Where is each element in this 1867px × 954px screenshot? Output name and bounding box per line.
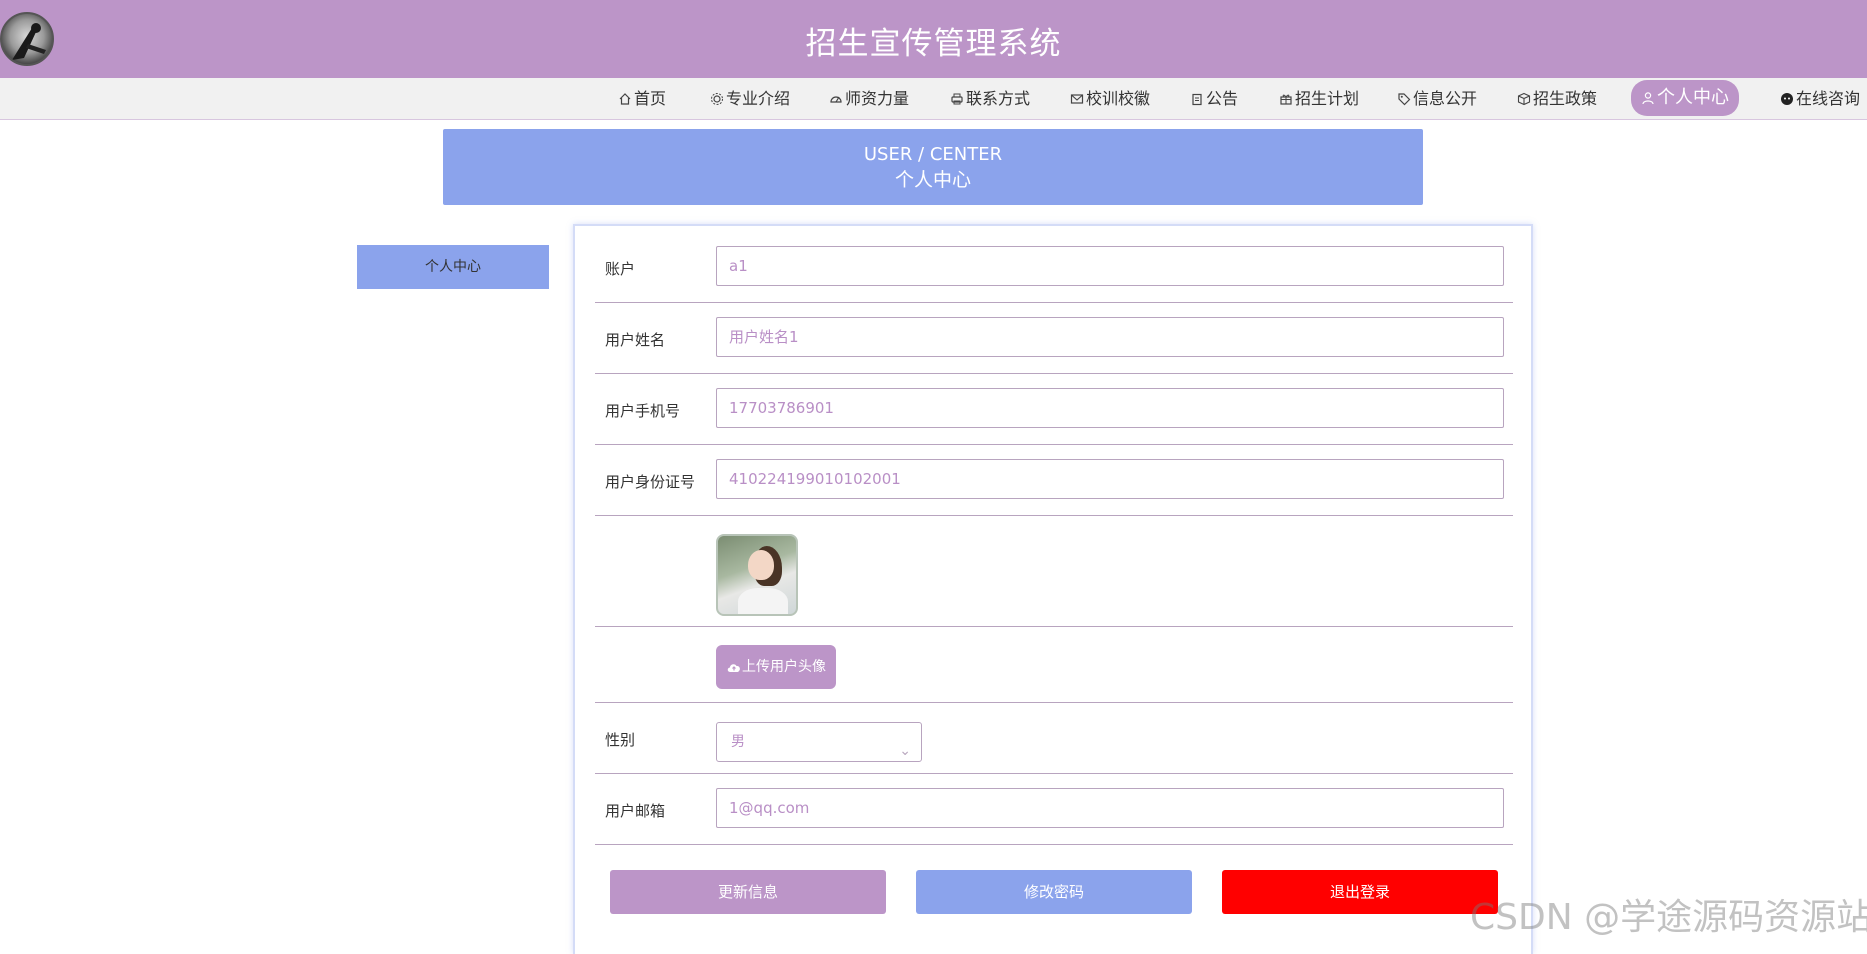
form-row-avatar xyxy=(595,516,1513,627)
avatar-face xyxy=(748,550,774,580)
chat-icon xyxy=(1781,93,1793,105)
page-banner: USER / CENTER 个人中心 xyxy=(443,129,1423,205)
printer-icon xyxy=(951,93,963,105)
cloud-upload-icon xyxy=(727,664,740,672)
banner-title-en: USER / CENTER xyxy=(863,144,1003,165)
avatar xyxy=(716,534,798,616)
nav-item-faculty[interactable]: 师资力量 xyxy=(829,84,909,114)
form-row-email: 用户邮箱 1@qq.com xyxy=(595,774,1513,845)
profile-form: 账户 a1 用户姓名 用户姓名1 用户手机号 17703786901 用户身份证… xyxy=(573,224,1533,954)
nav-item-notice[interactable]: 公告 xyxy=(1190,84,1238,114)
nav-label: 公告 xyxy=(1206,89,1239,108)
mail-icon xyxy=(1070,94,1084,104)
name-label: 用户姓名 xyxy=(605,331,666,349)
nav-label: 专业介绍 xyxy=(726,89,791,108)
nav-item-home[interactable]: 首页 xyxy=(618,84,666,114)
nav-item-policy[interactable]: 招生政策 xyxy=(1517,84,1597,114)
email-input[interactable]: 1@qq.com xyxy=(716,788,1504,828)
upload-avatar-button[interactable]: 上传用户头像 xyxy=(716,645,836,689)
main-nav: 首页 专业介绍 师资力量 联系方式 校训校徽 公告 招生计划 信息公开 招生政策… xyxy=(0,78,1867,120)
update-info-button[interactable]: 更新信息 xyxy=(610,870,886,914)
logout-button[interactable]: 退出登录 xyxy=(1222,870,1498,914)
nav-item-user-center[interactable]: 个人中心 xyxy=(1631,80,1739,116)
gender-select[interactable]: 男 ⌄ xyxy=(716,722,922,762)
phone-label: 用户手机号 xyxy=(605,402,681,420)
email-label: 用户邮箱 xyxy=(605,802,666,820)
watermark: CSDN @学途源码资源站 xyxy=(1470,897,1867,938)
home-icon xyxy=(619,93,631,105)
nav-item-disclosure[interactable]: 信息公开 xyxy=(1397,84,1477,114)
nav-label: 招生计划 xyxy=(1295,89,1360,108)
nav-item-contact[interactable]: 联系方式 xyxy=(950,84,1030,114)
phone-input[interactable]: 17703786901 xyxy=(716,388,1504,428)
form-row-name: 用户姓名 用户姓名1 xyxy=(595,303,1513,374)
nav-label: 首页 xyxy=(634,89,667,108)
form-row-upload: 上传用户头像 xyxy=(595,627,1513,703)
form-row-phone: 用户手机号 17703786901 xyxy=(595,374,1513,445)
box-icon xyxy=(1517,92,1531,106)
app-title: 招生宣传管理系统 xyxy=(805,26,1062,62)
top-header: 招生宣传管理系统 xyxy=(0,0,1867,78)
chevron-down-icon: ⌄ xyxy=(899,743,911,759)
id-card-label: 用户身份证号 xyxy=(605,473,696,491)
upload-avatar-label: 上传用户头像 xyxy=(742,659,826,675)
change-password-button[interactable]: 修改密码 xyxy=(916,870,1192,914)
account-input[interactable]: a1 xyxy=(716,246,1504,286)
nav-label: 在线咨询 xyxy=(1796,89,1861,108)
id-card-input[interactable]: 410224199010102001 xyxy=(716,459,1504,499)
nav-label: 联系方式 xyxy=(966,89,1031,108)
form-row-account: 账户 a1 xyxy=(595,232,1513,303)
account-label: 账户 xyxy=(605,260,636,278)
tag-icon xyxy=(1398,93,1411,106)
nav-item-motto[interactable]: 校训校徽 xyxy=(1070,84,1150,114)
nav-label: 个人中心 xyxy=(1657,87,1729,108)
sidebar-item-user-center[interactable]: 个人中心 xyxy=(357,245,549,289)
gender-value: 男 xyxy=(731,734,745,750)
user-icon xyxy=(1642,92,1654,105)
name-input[interactable]: 用户姓名1 xyxy=(716,317,1504,357)
nav-item-plan[interactable]: 招生计划 xyxy=(1279,84,1359,114)
nav-item-majors[interactable]: 专业介绍 xyxy=(710,84,790,114)
banner-title-cn: 个人中心 xyxy=(894,169,971,191)
nav-label: 信息公开 xyxy=(1413,89,1478,108)
gender-label: 性别 xyxy=(605,731,636,749)
form-row-id-card: 用户身份证号 410224199010102001 xyxy=(595,445,1513,516)
gear-icon xyxy=(711,93,723,105)
nav-label: 师资力量 xyxy=(845,89,910,108)
nav-label: 招生政策 xyxy=(1533,89,1598,108)
gift-icon xyxy=(1280,94,1292,105)
nav-label: 校训校徽 xyxy=(1086,89,1151,108)
gauge-icon xyxy=(830,96,842,103)
avatar-body xyxy=(738,588,788,614)
nav-item-consult[interactable]: 在线咨询 xyxy=(1780,84,1860,114)
clipboard-icon xyxy=(1192,93,1202,106)
form-row-gender: 性别 男 ⌄ xyxy=(595,703,1513,774)
